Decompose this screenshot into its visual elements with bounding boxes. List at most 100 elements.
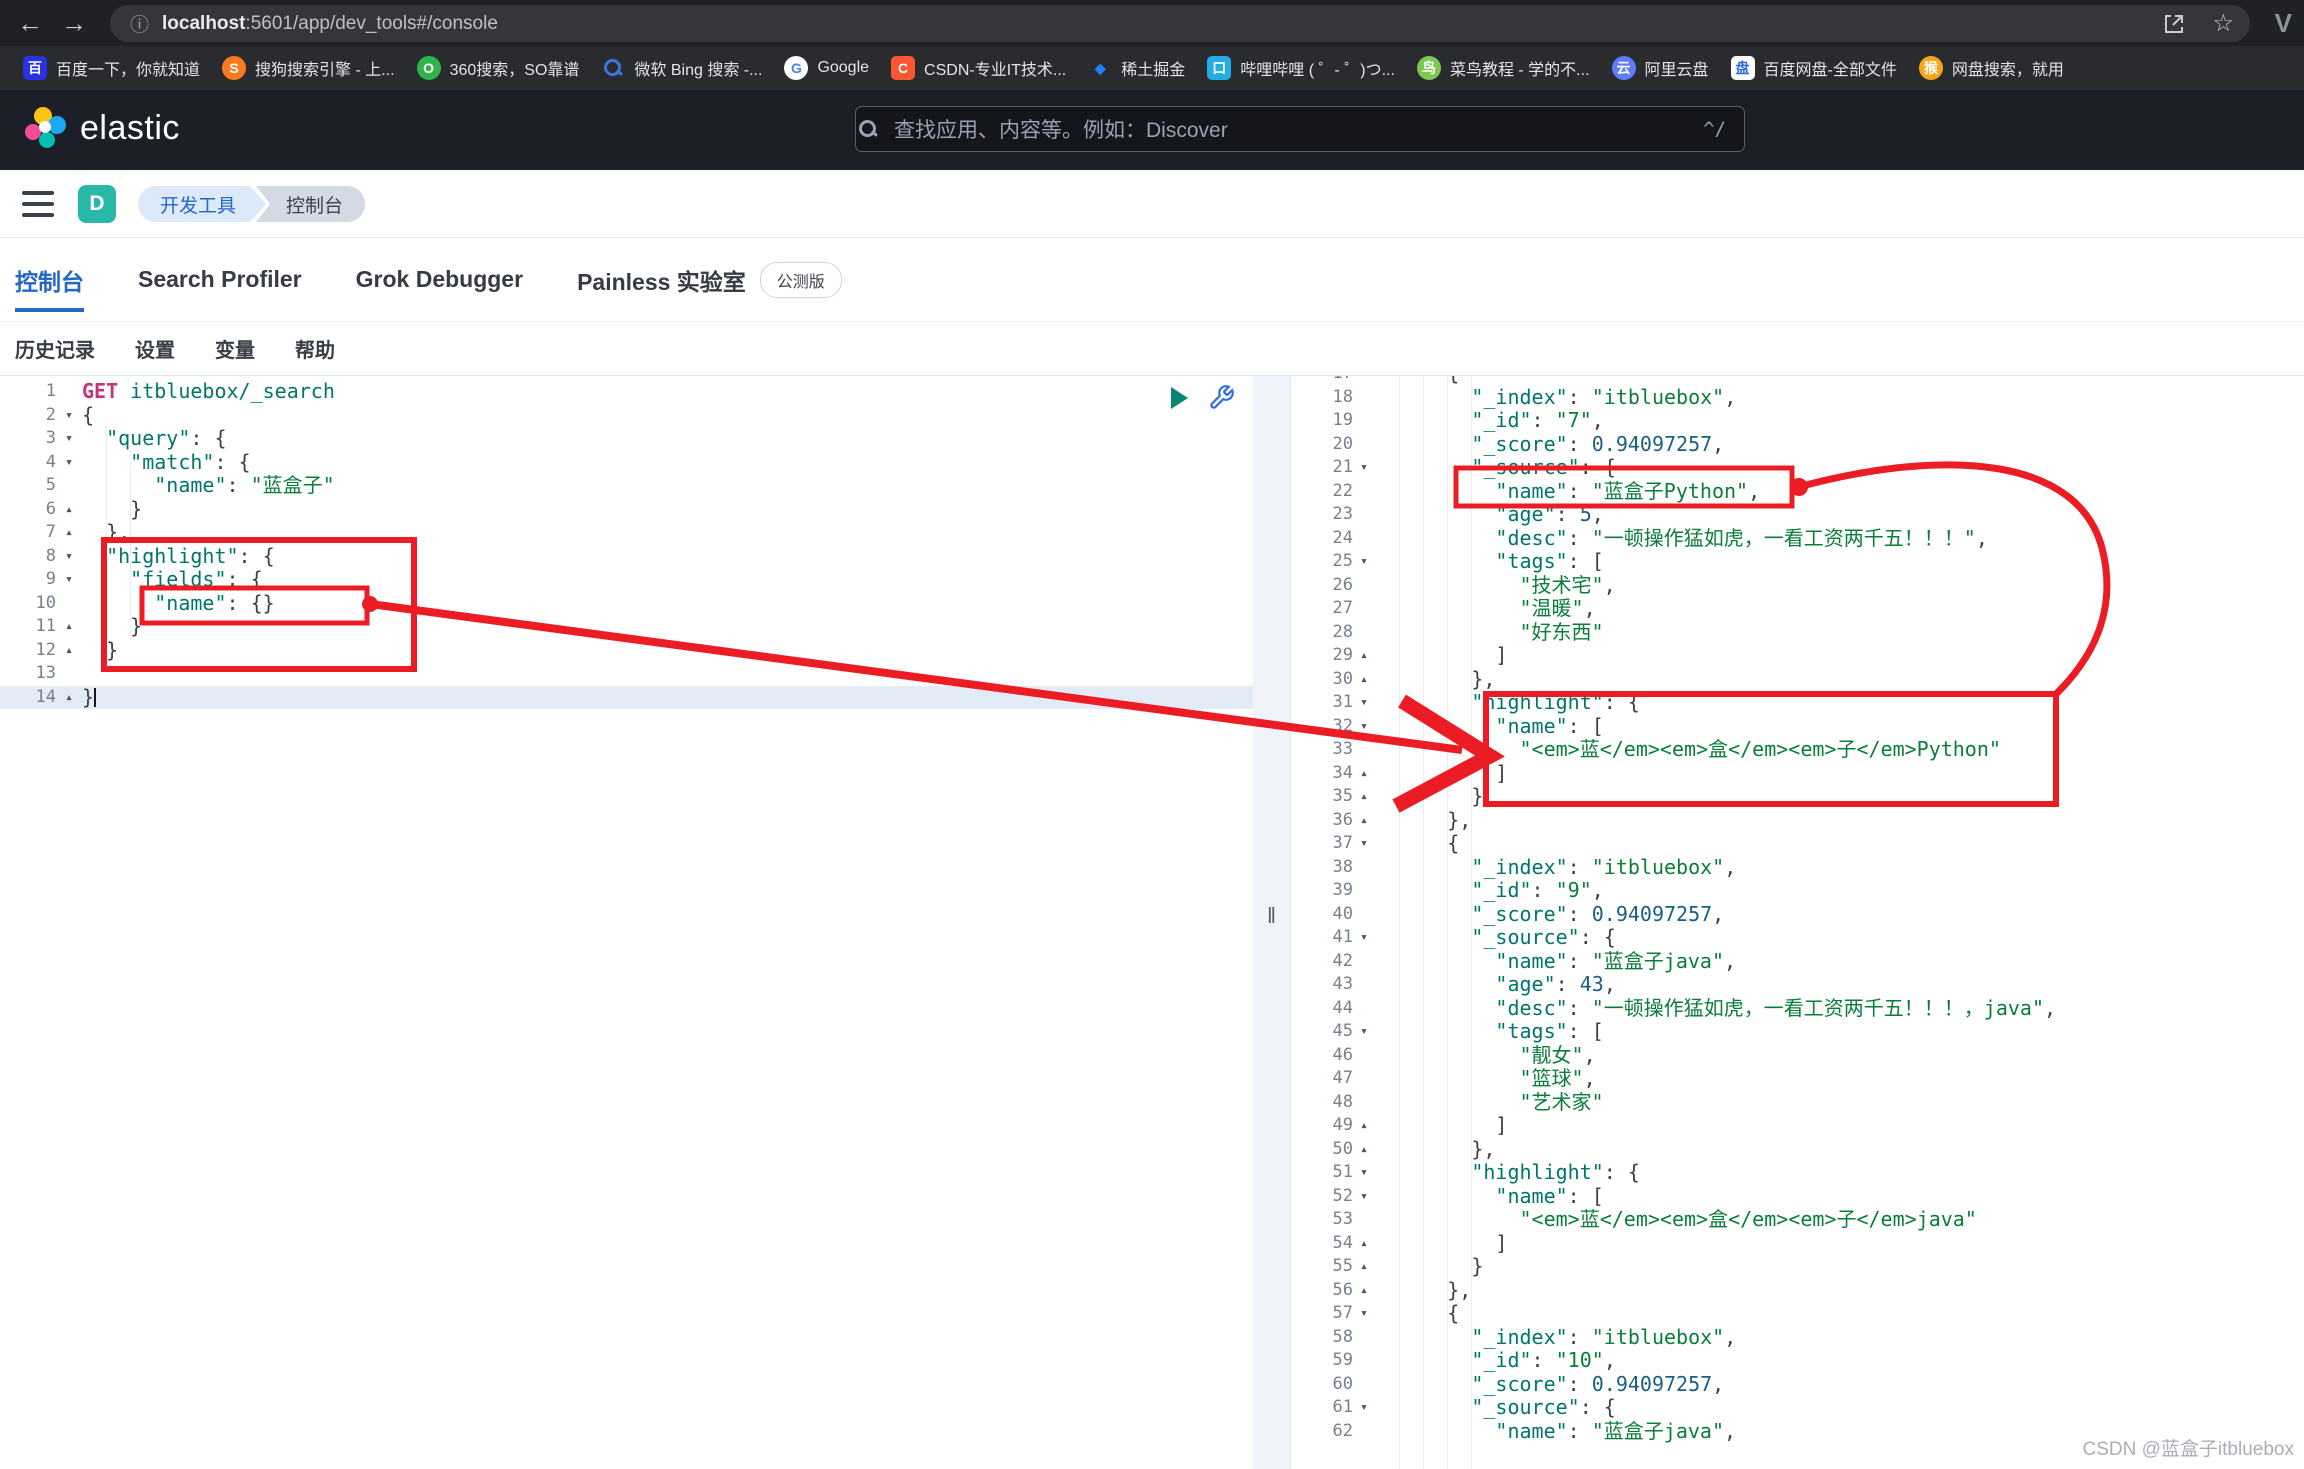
fold-toggle-icon[interactable]: ▴ (56, 615, 82, 639)
fold-toggle-icon[interactable]: ▴ (1353, 1255, 1375, 1279)
editor-line-4[interactable]: 4▾ "match": { (0, 451, 1253, 475)
fold-toggle-icon[interactable]: ▴ (56, 498, 82, 522)
bookmark-item[interactable]: 鸟菜鸟教程 - 学的不... (1406, 51, 1601, 85)
resizer-handle-icon[interactable]: ‖ (1267, 903, 1276, 929)
editor-line-14[interactable]: 14▴} (0, 686, 1253, 710)
forward-icon[interactable]: → (54, 0, 94, 46)
site-info-icon[interactable]: ⓘ (130, 10, 149, 37)
editor-line-8[interactable]: 8▾ "highlight": { (0, 545, 1253, 569)
fold-spacer (56, 474, 82, 498)
share-icon[interactable] (2162, 12, 2186, 36)
global-search-input[interactable]: 查找应用、内容等。例如：Discover ^/ (855, 106, 1745, 152)
bookmark-item[interactable]: 云阿里云盘 (1601, 51, 1720, 85)
bookmark-item[interactable]: S搜狗搜索引擎 - 上... (211, 51, 406, 85)
fold-toggle-icon[interactable]: ▴ (1353, 785, 1375, 809)
fold-toggle-icon[interactable]: ▴ (56, 686, 82, 710)
sogou-favicon: S (222, 56, 246, 80)
menu-icon[interactable] (22, 191, 54, 217)
bookmark-item[interactable]: ◆稀土掘金 (1077, 51, 1196, 85)
back-icon[interactable]: ← (10, 0, 50, 46)
fold-toggle-icon[interactable]: ▾ (1353, 1185, 1375, 1209)
line-number: 26 (1291, 574, 1353, 598)
tab-grok-debugger[interactable]: Grok Debugger (356, 238, 523, 321)
fold-toggle-icon[interactable]: ▴ (1353, 668, 1375, 692)
bookmark-item[interactable]: O360搜索，SO靠谱 (406, 51, 591, 85)
fold-toggle-icon[interactable]: ▾ (56, 451, 82, 475)
code-text: "_score": 0.94097257, (1375, 1373, 2304, 1397)
bookmark-item[interactable]: 微软 Bing 搜索 -... (590, 51, 773, 85)
line-number: 7 (0, 521, 56, 545)
line-number: 58 (1291, 1326, 1353, 1350)
elastic-logo[interactable]: elastic (24, 106, 180, 150)
fold-toggle-icon[interactable]: ▾ (1353, 926, 1375, 950)
editor-line-13[interactable]: 13 (0, 662, 1253, 686)
fold-toggle-icon[interactable]: ▾ (1353, 1161, 1375, 1185)
line-number: 14 (0, 686, 56, 710)
fold-toggle-icon[interactable]: ▾ (56, 404, 82, 428)
fold-toggle-icon[interactable]: ▾ (1353, 691, 1375, 715)
bookmark-item[interactable]: 猴网盘搜索，就用 (1908, 51, 2075, 85)
bookmark-item[interactable]: 口哔哩哔哩 ( ゜- ゜)つ... (1196, 51, 1406, 85)
wrench-icon[interactable] (1208, 384, 1235, 411)
fold-toggle-icon[interactable]: ▴ (1353, 1279, 1375, 1303)
fold-toggle-icon[interactable]: ▾ (1353, 1302, 1375, 1326)
fold-toggle-icon[interactable]: ▾ (1353, 715, 1375, 739)
bookmark-star-icon[interactable]: ☆ (2212, 9, 2234, 38)
bookmark-item[interactable]: GGoogle (773, 51, 880, 85)
pane-resizer[interactable]: ‖ (1253, 376, 1290, 1469)
breadcrumb: 开发工具 控制台 (138, 186, 365, 222)
fold-toggle-icon[interactable]: ▴ (1353, 1138, 1375, 1162)
menu-history[interactable]: 历史记录 (15, 334, 95, 363)
editor-line-3[interactable]: 3▾ "query": { (0, 427, 1253, 451)
editor-line-7[interactable]: 7▴ }, (0, 521, 1253, 545)
editor-line-5[interactable]: 5 "name": "蓝盒子" (0, 474, 1253, 498)
fold-toggle-icon[interactable]: ▴ (1353, 644, 1375, 668)
response-line-40: 40 "_score": 0.94097257, (1291, 903, 2304, 927)
editor-line-11[interactable]: 11▴ } (0, 615, 1253, 639)
editor-pane[interactable]: 1GET itbluebox/_search2▾{3▾ "query": {4▾… (0, 376, 1253, 1469)
line-number: 51 (1291, 1161, 1353, 1185)
space-badge[interactable]: D (78, 185, 116, 223)
fold-toggle-icon[interactable]: ▴ (1353, 1114, 1375, 1138)
tab-painless-lab[interactable]: Painless 实验室公测版 (577, 238, 842, 321)
bookmark-item[interactable]: 百百度一下，你就知道 (12, 51, 211, 85)
editor-line-6[interactable]: 6▴ } (0, 498, 1253, 522)
fold-toggle-icon[interactable]: ▾ (1353, 1020, 1375, 1044)
code-text: ] (1375, 1232, 2304, 1256)
response-line-28: 28 "好东西" (1291, 621, 2304, 645)
response-line-46: 46 "靓女", (1291, 1044, 2304, 1068)
fold-toggle-icon[interactable]: ▾ (56, 545, 82, 569)
menu-variables[interactable]: 变量 (215, 334, 255, 363)
fold-toggle-icon[interactable]: ▴ (1353, 762, 1375, 786)
send-request-button[interactable] (1171, 387, 1188, 409)
fold-toggle-icon[interactable]: ▾ (1353, 1396, 1375, 1420)
code-text: ] (1375, 1114, 2304, 1138)
fold-toggle-icon[interactable]: ▴ (1353, 1232, 1375, 1256)
breadcrumb-dev-tools[interactable]: 开发工具 (138, 186, 266, 222)
fold-toggle-icon[interactable]: ▴ (1353, 809, 1375, 833)
address-bar[interactable]: ⓘ localhost:5601/app/dev_tools#/console … (110, 5, 2250, 42)
code-text: "highlight": { (1375, 691, 2304, 715)
fold-toggle-icon[interactable]: ▾ (56, 427, 82, 451)
tab-console[interactable]: 控制台 (15, 238, 84, 321)
menu-help[interactable]: 帮助 (295, 334, 335, 363)
editor-line-9[interactable]: 9▾ "fields": { (0, 568, 1253, 592)
fold-toggle-icon[interactable]: ▴ (56, 639, 82, 663)
menu-settings[interactable]: 设置 (135, 334, 175, 363)
fold-spacer (1353, 527, 1375, 551)
code-text: "_source": { (1375, 1396, 2304, 1420)
profile-avatar[interactable]: V (2275, 8, 2292, 39)
editor-line-12[interactable]: 12▴ } (0, 639, 1253, 663)
editor-line-2[interactable]: 2▾{ (0, 404, 1253, 428)
csdn-watermark: CSDN @蓝盒子itbluebox (2083, 1434, 2294, 1461)
fold-toggle-icon[interactable]: ▾ (1353, 550, 1375, 574)
editor-line-1[interactable]: 1GET itbluebox/_search (0, 380, 1253, 404)
tab-search-profiler[interactable]: Search Profiler (138, 238, 302, 321)
fold-toggle-icon[interactable]: ▾ (1353, 832, 1375, 856)
editor-line-10[interactable]: 10 "name": {} (0, 592, 1253, 616)
fold-toggle-icon[interactable]: ▴ (56, 521, 82, 545)
fold-toggle-icon[interactable]: ▾ (56, 568, 82, 592)
bookmark-item[interactable]: CCSDN-专业IT技术... (880, 51, 1077, 85)
bookmark-item[interactable]: 盘百度网盘-全部文件 (1720, 51, 1908, 85)
fold-toggle-icon[interactable]: ▾ (1353, 456, 1375, 480)
